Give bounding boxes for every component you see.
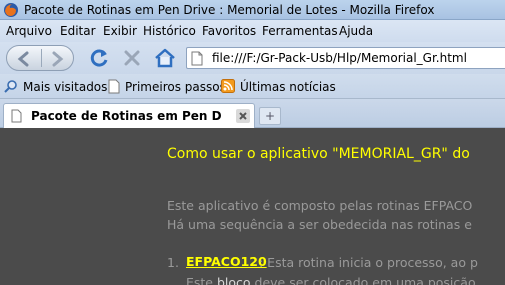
list-number: 1. bbox=[167, 255, 179, 270]
bookmark-ultimas-noticias[interactable]: Últimas notícias bbox=[240, 80, 336, 94]
stop-icon[interactable] bbox=[120, 46, 144, 70]
tab-strip: Pacote de Rotinas em Pen Drive : Me... + bbox=[0, 99, 505, 128]
menu-exibir[interactable]: Exibir bbox=[103, 24, 137, 38]
detail-text-end: deve ser colocado em uma posição bbox=[250, 275, 476, 285]
reload-icon[interactable] bbox=[87, 46, 111, 70]
window-titlebar: Pacote de Rotinas em Pen Drive : Memoria… bbox=[0, 0, 505, 20]
menu-ajuda[interactable]: Ajuda bbox=[339, 24, 373, 38]
bookmarks-toolbar: Mais visitados Primeiros passos Últimas … bbox=[0, 74, 505, 99]
intro-paragraph-line-2: Há uma sequência a ser obedecida nas rot… bbox=[167, 217, 472, 232]
address-bar[interactable]: file:///F:/Gr-Pack-Usb/Hlp/Memorial_Gr.h… bbox=[186, 47, 505, 69]
page-icon bbox=[108, 79, 120, 94]
menu-historico[interactable]: Histórico bbox=[143, 24, 196, 38]
tab-label: Pacote de Rotinas em Pen Drive : Me... bbox=[31, 109, 221, 123]
menu-ferramentas[interactable]: Ferramentas bbox=[262, 24, 338, 38]
home-icon[interactable] bbox=[153, 46, 177, 70]
back-forward-group bbox=[6, 45, 74, 71]
menu-bar: Arquivo Editar Exibir Histórico Favorito… bbox=[0, 20, 505, 42]
tab-active[interactable]: Pacote de Rotinas em Pen Drive : Me... bbox=[3, 103, 255, 128]
window-title: Pacote de Rotinas em Pen Drive : Memoria… bbox=[24, 3, 435, 17]
list-item-detail: Este bloco deve ser colocado em uma posi… bbox=[186, 275, 476, 285]
new-tab-button[interactable]: + bbox=[259, 107, 281, 125]
button-divider bbox=[41, 49, 42, 67]
url-text[interactable]: file:///F:/Gr-Pack-Usb/Hlp/Memorial_Gr.h… bbox=[212, 51, 467, 65]
forward-arrow-icon[interactable] bbox=[48, 50, 66, 68]
page-icon bbox=[191, 51, 203, 66]
rss-feed-icon bbox=[221, 79, 235, 93]
list-item-description: : Esta rotina inicia o processo, ao p bbox=[259, 255, 478, 270]
page-icon bbox=[11, 109, 22, 123]
page-heading: Como usar o aplicativo "MEMORIAL_GR" do bbox=[167, 146, 470, 162]
bookmark-primeiros-passos[interactable]: Primeiros passos bbox=[125, 80, 226, 94]
firefox-icon bbox=[4, 3, 18, 17]
close-tab-icon[interactable] bbox=[235, 108, 251, 124]
menu-editar[interactable]: Editar bbox=[60, 24, 96, 38]
back-arrow-icon[interactable] bbox=[15, 50, 33, 68]
menu-arquivo[interactable]: Arquivo bbox=[6, 24, 52, 38]
efpaco120-link[interactable]: EFPACO120 bbox=[186, 254, 267, 269]
intro-paragraph-line-1: Este aplicativo é composto pelas rotinas… bbox=[167, 198, 473, 213]
page-content: Como usar o aplicativo "MEMORIAL_GR" do … bbox=[0, 129, 505, 285]
bookmark-mais-visitados[interactable]: Mais visitados bbox=[23, 80, 107, 94]
bloco-link[interactable]: bloco bbox=[217, 275, 251, 285]
search-icon[interactable] bbox=[4, 79, 18, 94]
detail-text-start: Este bbox=[186, 275, 217, 285]
navigation-toolbar: file:///F:/Gr-Pack-Usb/Hlp/Memorial_Gr.h… bbox=[0, 42, 505, 74]
menu-favoritos[interactable]: Favoritos bbox=[202, 24, 256, 38]
